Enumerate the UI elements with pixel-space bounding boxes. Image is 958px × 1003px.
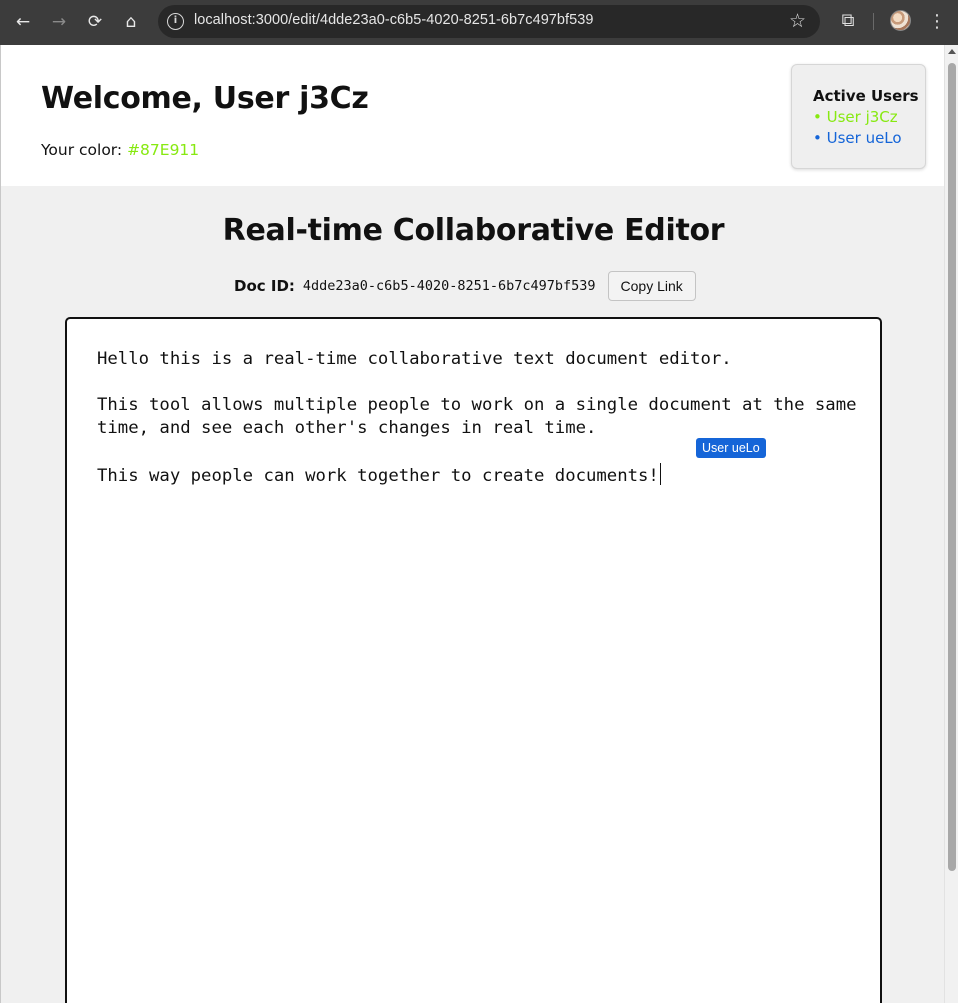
document-editor[interactable]: Hello this is a real-time collaborative … (65, 317, 882, 1003)
user-color-line: Your color: #87E911 (41, 141, 199, 159)
toolbar-divider (873, 13, 874, 30)
bookmark-star-icon[interactable]: ☆ (789, 10, 806, 32)
page-title: Real-time Collaborative Editor (222, 213, 725, 248)
browser-toolbar: ← → ⟳ ⌂ i localhost:3000/edit/4dde23a0-c… (0, 0, 958, 45)
site-info-icon[interactable]: i (167, 13, 184, 30)
home-icon[interactable]: ⌂ (117, 8, 145, 36)
welcome-heading: Welcome, User j3Cz (41, 81, 369, 116)
address-bar[interactable]: i localhost:3000/edit/4dde23a0-c6b5-4020… (158, 5, 820, 38)
editor-paragraph-3[interactable]: This way people can work together to cre… (97, 463, 857, 488)
browser-menu-icon[interactable]: ⋮ (928, 8, 946, 36)
editor-paragraph-3-text[interactable]: This way people can work together to cre… (97, 466, 659, 486)
remote-cursor-label: User ueLo (696, 438, 766, 458)
profile-avatar[interactable] (890, 10, 911, 31)
active-users-title: Active Users (813, 87, 919, 105)
doc-id-row: Doc ID: 4dde23a0-c6b5-4020-8251-6b7c497b… (234, 271, 696, 301)
page-scrollbar[interactable] (944, 45, 958, 1003)
editor-paragraph-1[interactable]: Hello this is a real-time collaborative … (97, 348, 857, 371)
active-user-item: • User ueLo (813, 129, 902, 147)
reload-icon[interactable]: ⟳ (81, 8, 109, 36)
doc-id-value: 4dde23a0-c6b5-4020-8251-6b7c497bf539 (302, 278, 596, 294)
copy-link-button[interactable]: Copy Link (607, 271, 696, 301)
active-users-list: • User j3Cz • User ueLo (813, 107, 925, 149)
user-color-label: Your color: (41, 141, 128, 159)
address-url[interactable]: localhost:3000/edit/4dde23a0-c6b5-4020-8… (194, 12, 593, 28)
editor-paragraph-2[interactable]: This tool allows multiple people to work… (97, 394, 857, 440)
page-viewport: Welcome, User j3Cz Your color: #87E911 A… (0, 45, 945, 1003)
scrollbar-thumb[interactable] (948, 63, 956, 871)
page-header: Welcome, User j3Cz Your color: #87E911 A… (1, 45, 945, 186)
editor-content[interactable]: Hello this is a real-time collaborative … (97, 348, 857, 488)
text-caret (659, 463, 662, 485)
scroll-up-arrow-icon[interactable] (948, 49, 956, 54)
active-users-panel: Active Users • User j3Cz • User ueLo (791, 64, 926, 169)
back-icon[interactable]: ← (9, 8, 37, 36)
user-color-value: #87E911 (127, 141, 200, 159)
forward-icon[interactable]: → (45, 8, 73, 36)
active-user-item: • User j3Cz (813, 108, 898, 126)
extensions-icon[interactable]: ⧉ (836, 9, 860, 33)
doc-id-label: Doc ID: (234, 277, 295, 295)
